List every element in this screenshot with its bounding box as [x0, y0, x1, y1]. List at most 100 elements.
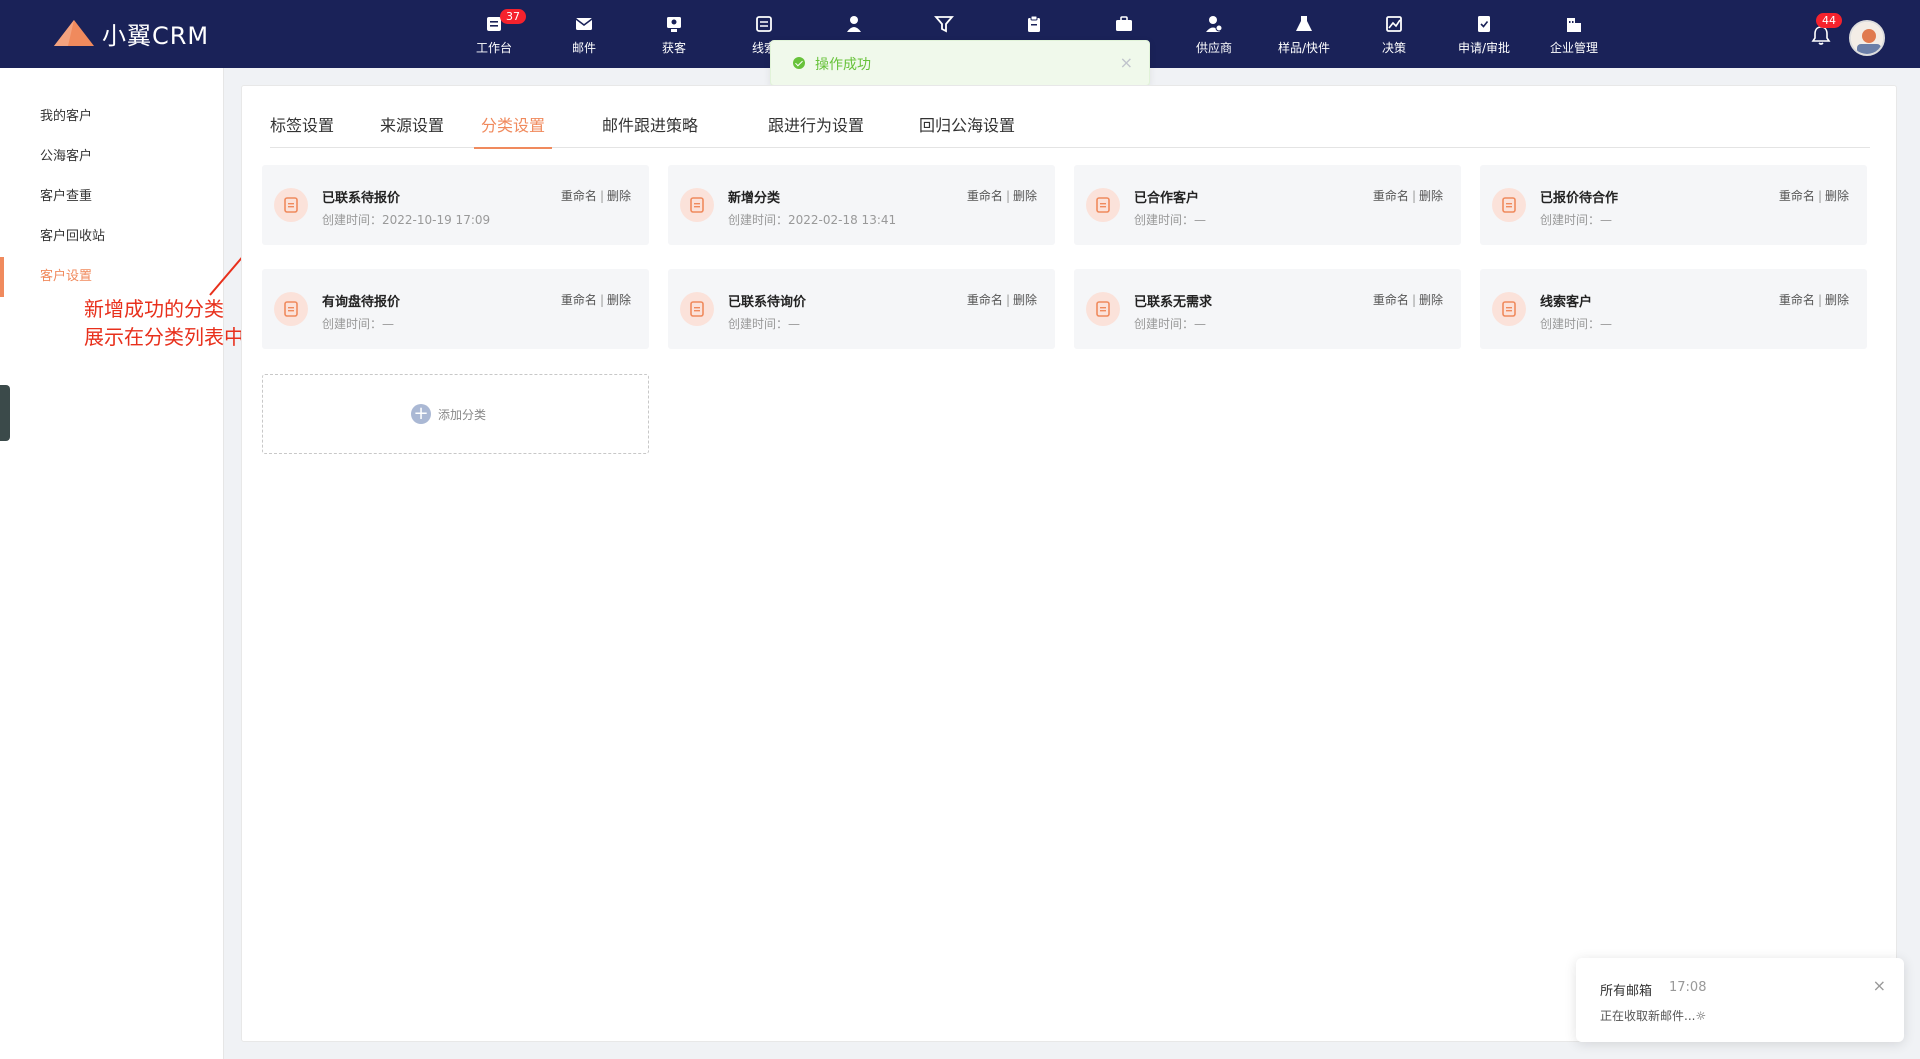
category-card: 已联系无需求 创建时间：— 重命名 | 删除	[1074, 269, 1461, 349]
category-actions: 重命名 | 删除	[1779, 291, 1849, 308]
action-separator: |	[1005, 189, 1010, 203]
category-created-time: 创建时间：—	[1540, 317, 1613, 331]
sidebar-item-2[interactable]: 公海客户	[0, 137, 223, 177]
nav-item-2[interactable]: 邮件	[544, 14, 624, 60]
notification-time: 17:08	[1669, 980, 1707, 995]
notification-count-badge: 44	[1816, 13, 1842, 28]
delete-link[interactable]: 删除	[607, 293, 631, 307]
category-card: 线索客户创建时间：— 重命名 | 删除	[1480, 269, 1867, 349]
rename-link[interactable]: 重命名	[1779, 189, 1815, 203]
category-title: 线索客户	[1540, 295, 1593, 310]
category-actions: 重命名 | 删除	[561, 291, 631, 308]
rename-link[interactable]: 重命名	[967, 293, 1003, 307]
clipboard-icon	[1028, 15, 1040, 32]
category-actions: 重命名 | 删除	[967, 291, 1037, 308]
sidebar-item-1[interactable]: 我的客户	[0, 97, 223, 137]
delete-link[interactable]: 删除	[1419, 189, 1443, 203]
approval-icon	[1478, 16, 1490, 32]
sidebar-item-4[interactable]: 客户回收站	[0, 217, 223, 257]
category-actions: 重命名 | 删除	[1779, 187, 1849, 204]
toast-close-icon[interactable]: ×	[1120, 53, 1133, 72]
nav-item-1[interactable]: 工作台 37	[454, 9, 534, 60]
delete-link[interactable]: 删除	[1013, 189, 1037, 203]
action-separator: |	[1817, 189, 1822, 203]
action-separator: |	[1411, 189, 1416, 203]
rename-link[interactable]: 重命名	[1373, 293, 1409, 307]
supplier-icon	[1206, 16, 1223, 32]
category-card: 有询盘待报价 创建时间：— 重命名 | 删除	[262, 269, 649, 349]
sidebar-item-3[interactable]: 客户查重	[0, 177, 223, 217]
category-actions: 重命名 | 删除	[561, 187, 631, 204]
category-card: 已报价待合作 创建时间：— 重命名 | 删除	[1480, 165, 1867, 245]
category-card: 已联系待报价 创建时间：2022-10-19 17:09 重命名 | 删除	[262, 165, 649, 245]
category-title: 已联系待询价	[728, 295, 807, 310]
nav-item-label: 决策	[1381, 41, 1406, 55]
funnel-icon	[934, 16, 954, 33]
nav-item-12[interactable]: 申请/审批	[1444, 14, 1524, 60]
rename-link[interactable]: 重命名	[967, 189, 1003, 203]
action-separator: |	[1411, 293, 1416, 307]
nav-item-label: 获客	[661, 41, 686, 55]
tab-2[interactable]: 来源设置	[380, 108, 444, 148]
category-actions: 重命名 | 删除	[967, 187, 1037, 204]
nav-item-label: 供应商	[1195, 41, 1232, 55]
category-title: 新增分类	[728, 191, 781, 206]
action-separator: |	[1005, 293, 1010, 307]
acquire-icon	[667, 17, 681, 32]
nav-item-3[interactable]: 获客	[634, 14, 714, 60]
category-doc-icon	[1492, 188, 1526, 222]
success-check-icon	[793, 57, 805, 69]
rename-link[interactable]: 重命名	[561, 189, 597, 203]
tab-1[interactable]: 标签设置	[270, 108, 334, 148]
logo-mark-icon	[54, 20, 94, 46]
category-doc-icon	[274, 188, 308, 222]
category-doc-icon	[680, 292, 714, 326]
sidebar-item-5[interactable]: 客户设置	[0, 257, 223, 297]
category-created-time: 创建时间：2022-02-18 13:41	[728, 213, 897, 227]
user-avatar[interactable]	[1849, 20, 1885, 56]
rename-link[interactable]: 重命名	[1779, 293, 1815, 307]
settings-tabs: 标签设置 来源设置 分类设置 邮件跟进策略 跟进行为设置 回归公海设置	[270, 108, 1870, 149]
category-title: 已联系无需求	[1134, 295, 1213, 310]
tab-5[interactable]: 跟进行为设置	[768, 108, 864, 148]
category-card: 已合作客户创建时间：— 重命名 | 删除	[1074, 165, 1461, 245]
nav-item-label: 工作台	[475, 41, 512, 55]
category-card: 新增分类创建时间：2022-02-18 13:41 重命名 | 删除	[668, 165, 1055, 245]
action-separator: |	[1817, 293, 1822, 307]
chart-icon	[1386, 16, 1402, 32]
delete-link[interactable]: 删除	[1419, 293, 1443, 307]
notification-body: 正在收取新邮件...☼	[1600, 1009, 1707, 1023]
category-card: 已联系待询价 创建时间：— 重命名 | 删除	[668, 269, 1055, 349]
tab-6[interactable]: 回归公海设置	[919, 108, 1015, 148]
delete-link[interactable]: 删除	[1825, 189, 1849, 203]
rename-link[interactable]: 重命名	[1373, 189, 1409, 203]
delete-link[interactable]: 删除	[607, 189, 631, 203]
nav-item-label: 邮件	[571, 41, 596, 55]
category-title: 有询盘待报价	[322, 295, 401, 310]
side-drawer-handle[interactable]	[0, 385, 10, 441]
add-category-label: 添加分类	[438, 408, 487, 422]
rename-link[interactable]: 重命名	[561, 293, 597, 307]
category-created-time: 创建时间：—	[728, 317, 801, 331]
add-category-button[interactable]: + 添加分类	[262, 374, 649, 454]
nav-item-11[interactable]: 决策	[1354, 14, 1434, 60]
notification-close-icon[interactable]: ×	[1873, 976, 1886, 995]
category-actions: 重命名 | 删除	[1373, 187, 1443, 204]
tab-4[interactable]: 邮件跟进策略	[602, 108, 698, 148]
delete-link[interactable]: 删除	[1825, 293, 1849, 307]
delete-link[interactable]: 删除	[1013, 293, 1037, 307]
app-logo[interactable]: 小翼CRM	[50, 16, 209, 50]
annotation-text: 新增成功的分类 展示在分类列表中	[84, 295, 244, 351]
category-created-time: 创建时间：—	[1134, 213, 1207, 227]
nav-item-10[interactable]: 样品/快件	[1264, 14, 1344, 60]
nav-item-9[interactable]: 供应商	[1174, 14, 1254, 60]
avatar-image-icon	[1851, 22, 1883, 54]
category-created-time: 创建时间：—	[322, 317, 395, 331]
building-icon	[1567, 18, 1581, 32]
nav-item-13[interactable]: 企业管理	[1534, 14, 1614, 60]
add-plus-icon: +	[411, 404, 431, 424]
tab-3[interactable]: 分类设置	[473, 108, 553, 149]
category-title: 已合作客户	[1134, 191, 1200, 206]
briefcase-icon	[1116, 16, 1132, 31]
nav-count-badge: 37	[500, 9, 526, 24]
